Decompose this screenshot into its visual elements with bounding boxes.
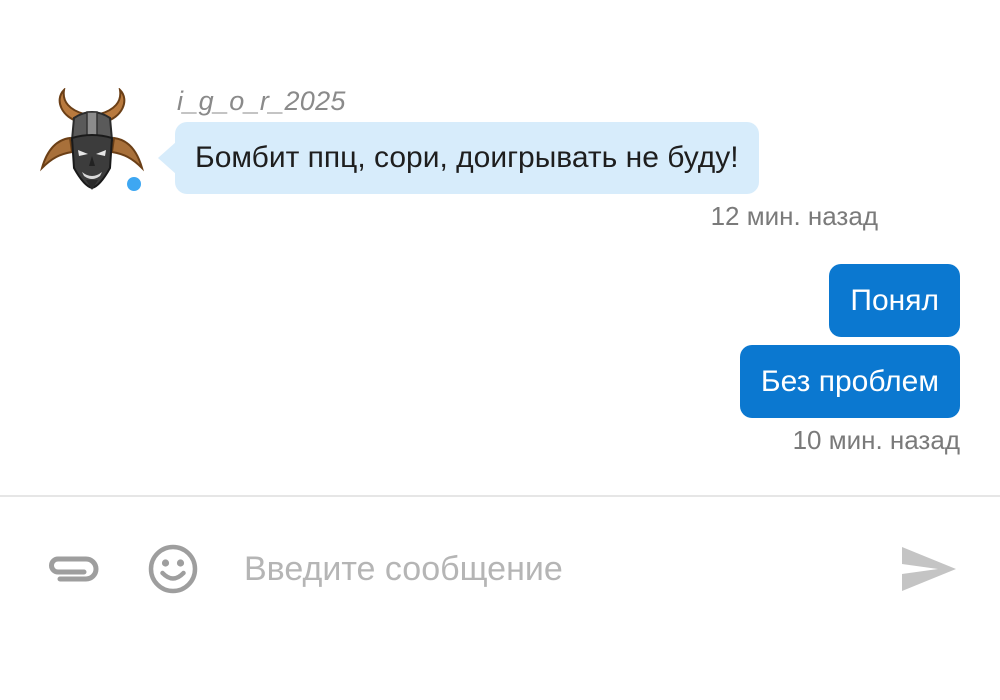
outgoing-message-bubble[interactable]: Понял bbox=[829, 264, 960, 337]
outgoing-message-text: Без проблем bbox=[760, 364, 939, 398]
message-input[interactable] bbox=[244, 541, 864, 597]
emoji-button[interactable] bbox=[145, 541, 201, 597]
smiley-icon bbox=[148, 544, 198, 594]
send-arrow-icon bbox=[902, 547, 956, 591]
outgoing-message-bubble[interactable]: Без проблем bbox=[739, 345, 960, 418]
message-composer bbox=[0, 497, 1000, 647]
incoming-message-bubble[interactable]: Бомбит ппц, сори, доигрывать не буду! bbox=[175, 122, 759, 194]
incoming-message-timestamp: 12 мин. назад bbox=[710, 201, 878, 231]
outgoing-message-text: Понял bbox=[850, 283, 939, 317]
incoming-message-text: Бомбит ппц, сори, доигрывать не буду! bbox=[195, 141, 739, 174]
send-button[interactable] bbox=[898, 541, 960, 597]
incoming-bubble-tail bbox=[158, 142, 176, 174]
paperclip-icon bbox=[49, 556, 99, 582]
sender-username[interactable]: i_g_o_r_2025 bbox=[177, 86, 346, 117]
attach-button[interactable] bbox=[42, 547, 102, 591]
online-status-dot bbox=[124, 174, 144, 194]
chat-screen: i_g_o_r_2025 Бомбит ппц, сори, доигрыват… bbox=[0, 0, 1000, 700]
outgoing-message-timestamp: 10 мин. назад bbox=[792, 425, 960, 455]
